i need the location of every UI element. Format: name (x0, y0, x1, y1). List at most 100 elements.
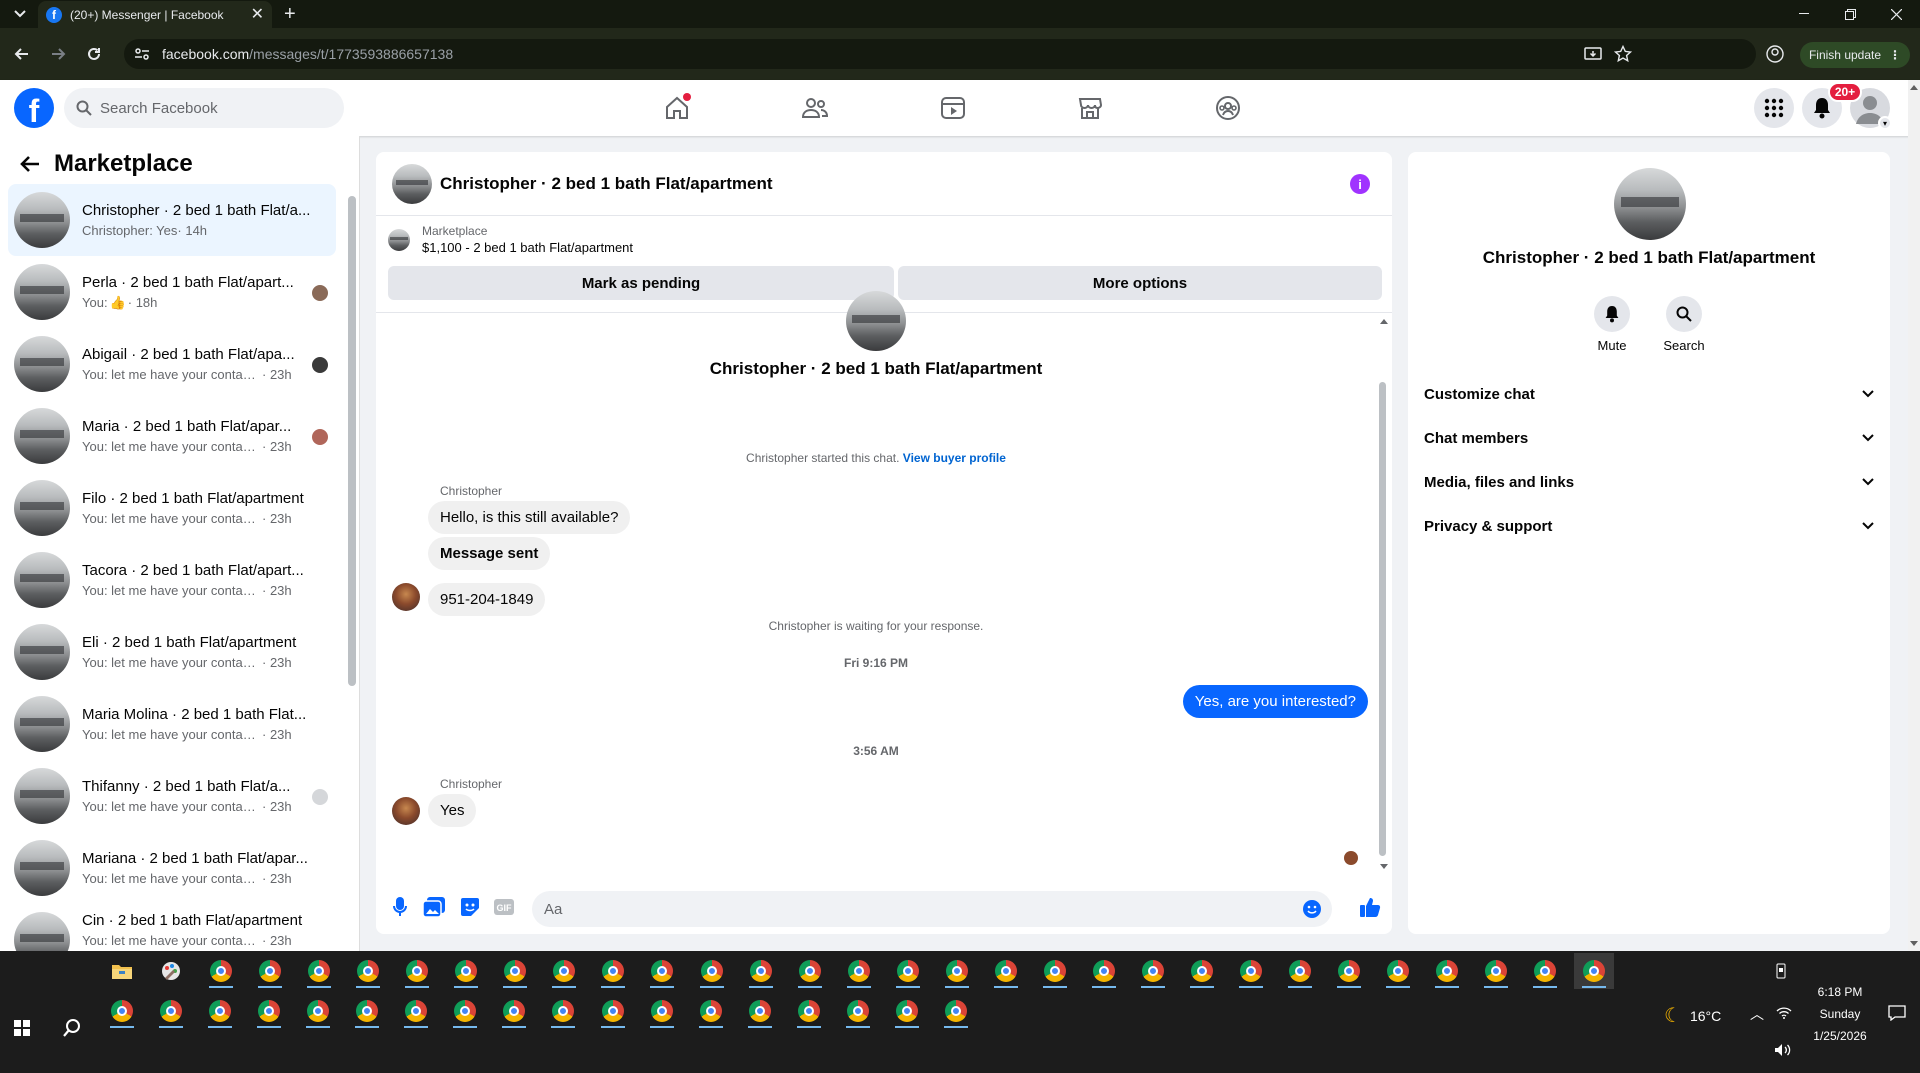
back-arrow-icon[interactable] (20, 155, 40, 173)
chrome-taskbar-icon[interactable] (986, 953, 1026, 989)
incoming-message[interactable]: 951-204-1849 (428, 583, 546, 616)
emoji-icon[interactable] (1302, 899, 1322, 919)
page-scrollbar[interactable] (1908, 80, 1920, 951)
chrome-taskbar-icon[interactable] (348, 953, 388, 989)
marketplace-listing-row[interactable]: Marketplace $1,100 - 2 bed 1 bath Flat/a… (388, 224, 633, 255)
sender-avatar[interactable] (392, 583, 420, 611)
scroll-up-arrow-icon[interactable] (1379, 317, 1389, 325)
conversation-item[interactable]: Eli · 2 bed 1 bath Flat/apartment You: l… (8, 616, 336, 688)
chrome-taskbar-icon[interactable] (1329, 953, 1369, 989)
chrome-taskbar-icon[interactable] (446, 953, 486, 989)
install-app-icon[interactable] (1584, 45, 1602, 63)
chrome-taskbar-icon[interactable] (1476, 953, 1516, 989)
close-tab-icon[interactable]: ✕ (251, 6, 264, 23)
chrome-taskbar-icon[interactable] (593, 953, 633, 989)
chrome-taskbar-icon[interactable] (495, 953, 535, 989)
profile-icon[interactable] (1766, 45, 1784, 63)
chrome-taskbar-icon[interactable] (445, 993, 485, 1029)
marketplace-nav-icon[interactable] (1074, 92, 1106, 124)
chrome-taskbar-icon[interactable] (347, 993, 387, 1029)
volume-icon[interactable] (1774, 1043, 1792, 1057)
attach-photo-icon[interactable] (422, 895, 446, 919)
chrome-taskbar-icon[interactable] (936, 993, 976, 1029)
voice-clip-icon[interactable] (388, 895, 412, 919)
chrome-taskbar-icon[interactable] (201, 953, 241, 989)
chrome-taskbar-icon[interactable] (200, 993, 240, 1029)
tab-search-dropdown[interactable] (10, 6, 30, 22)
conversation-item[interactable]: Christopher · 2 bed 1 bath Flat/a... Chr… (8, 184, 336, 256)
paint-taskbar-icon[interactable] (151, 953, 191, 989)
chrome-taskbar-icon[interactable] (151, 993, 191, 1029)
chrome-taskbar-icon[interactable] (543, 993, 583, 1029)
conversation-item[interactable]: Maria Molina · 2 bed 1 bath Flat... You:… (8, 688, 336, 760)
chrome-taskbar-icon[interactable] (887, 993, 927, 1029)
chrome-taskbar-icon[interactable] (1574, 953, 1615, 989)
mark-as-pending-button[interactable]: Mark as pending (388, 266, 894, 300)
minimize-button[interactable] (1794, 4, 1814, 24)
outgoing-message[interactable]: Yes, are you interested? (1182, 685, 1368, 718)
incoming-message[interactable]: Hello, is this still available? (428, 501, 631, 534)
chrome-taskbar-icon[interactable] (250, 953, 290, 989)
address-bar[interactable]: facebook.com/messages/t/1773593886657138 (124, 39, 1756, 69)
chrome-taskbar-icon[interactable] (397, 953, 437, 989)
conversation-item[interactable]: Thifanny · 2 bed 1 bath Flat/a... You: l… (8, 760, 336, 832)
view-buyer-profile-link[interactable]: View buyer profile (903, 451, 1006, 465)
chrome-taskbar-icon[interactable] (790, 953, 830, 989)
incoming-message[interactable]: Yes (428, 794, 477, 827)
chat-header-thumbnail[interactable] (392, 163, 432, 204)
gif-icon[interactable]: GIF (492, 895, 516, 919)
friends-nav-icon[interactable] (799, 92, 831, 124)
tray-device-icon[interactable] (1774, 963, 1788, 979)
windows-start-button[interactable] (2, 1010, 42, 1046)
customize-chat-section[interactable]: Customize chat (1424, 376, 1874, 412)
chrome-taskbar-icon[interactable] (494, 993, 534, 1029)
chrome-taskbar-icon[interactable] (691, 993, 731, 1029)
bookmark-star-icon[interactable] (1614, 45, 1632, 63)
sticker-icon[interactable] (458, 895, 482, 919)
chrome-taskbar-icon[interactable] (1133, 953, 1173, 989)
clock[interactable]: 6:18 PM Sunday 1/25/2026 (1800, 981, 1880, 1047)
chrome-taskbar-icon[interactable] (838, 993, 878, 1029)
conversation-item[interactable]: Maria · 2 bed 1 bath Flat/apar... You: l… (8, 400, 336, 472)
show-hidden-icons-chevron-icon[interactable]: ︿ (1750, 1004, 1764, 1024)
more-options-button[interactable]: More options (898, 266, 1382, 300)
chrome-taskbar-icon[interactable] (299, 953, 339, 989)
facebook-search-input[interactable]: Search Facebook (64, 88, 344, 128)
message-input[interactable]: Aa (532, 891, 1332, 927)
privacy-support-section[interactable]: Privacy & support (1424, 508, 1874, 544)
search-in-chat-button[interactable]: Search (1654, 296, 1714, 353)
reload-button[interactable] (82, 42, 106, 66)
site-info-icon[interactable] (134, 47, 150, 61)
sender-avatar[interactable] (392, 797, 420, 825)
restore-button[interactable] (1840, 4, 1860, 24)
chrome-taskbar-icon[interactable] (1427, 953, 1467, 989)
finish-update-button[interactable]: Finish update ⋮ (1800, 42, 1910, 68)
conversation-item[interactable]: Abigail · 2 bed 1 bath Flat/apa... You: … (8, 328, 336, 400)
taskbar-search-button[interactable] (52, 1010, 92, 1046)
chrome-taskbar-icon[interactable] (741, 953, 781, 989)
media-files-links-section[interactable]: Media, files and links (1424, 464, 1874, 500)
chrome-taskbar-icon[interactable] (1231, 953, 1271, 989)
incoming-message[interactable]: Message sent (428, 537, 551, 570)
chrome-taskbar-icon[interactable] (642, 953, 682, 989)
back-button[interactable] (10, 42, 34, 66)
menu-grid-button[interactable] (1754, 88, 1794, 128)
chrome-taskbar-icon[interactable] (1182, 953, 1222, 989)
chrome-taskbar-icon[interactable] (1084, 953, 1124, 989)
conversation-item[interactable]: Mariana · 2 bed 1 bath Flat/apar... You:… (8, 832, 336, 904)
chat-members-section[interactable]: Chat members (1424, 420, 1874, 456)
conversation-item[interactable]: Filo · 2 bed 1 bath Flat/apartment You: … (8, 472, 336, 544)
chrome-taskbar-icon[interactable] (1525, 953, 1565, 989)
chrome-taskbar-icon[interactable] (249, 993, 289, 1029)
conversation-item[interactable]: Cin · 2 bed 1 bath Flat/apartment You: l… (8, 904, 336, 951)
chrome-taskbar-icon[interactable] (839, 953, 879, 989)
chrome-taskbar-icon[interactable] (544, 953, 584, 989)
mute-button[interactable]: Mute (1582, 296, 1642, 353)
conversation-list-scrollbar[interactable] (348, 196, 356, 686)
message-thread-scrollbar[interactable] (1379, 382, 1386, 856)
chrome-taskbar-icon[interactable] (692, 953, 732, 989)
chrome-taskbar-icon[interactable] (1035, 953, 1075, 989)
chrome-taskbar-icon[interactable] (102, 993, 142, 1029)
groups-nav-icon[interactable] (1212, 92, 1244, 124)
notification-center-icon[interactable] (1888, 1005, 1906, 1021)
